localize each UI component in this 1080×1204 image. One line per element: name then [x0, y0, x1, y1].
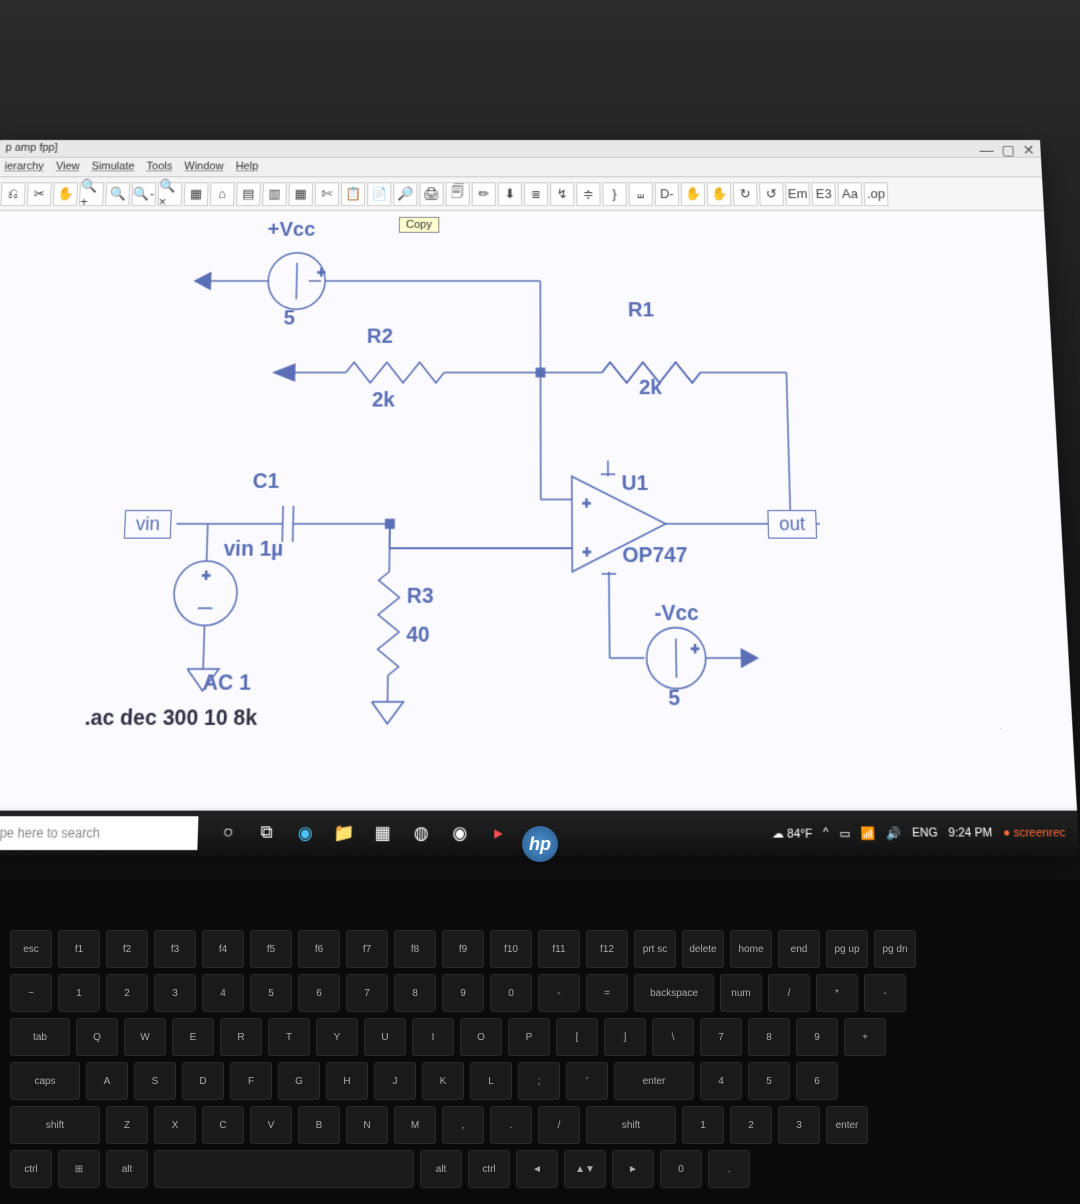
r3-value: 40	[406, 623, 430, 648]
toolbar-btn-28[interactable]: ↻	[733, 182, 758, 206]
vcc-neg-label: -Vcc	[654, 602, 699, 627]
copy-tooltip: Copy	[399, 217, 439, 233]
toolbar-btn-25[interactable]: D-	[655, 182, 680, 206]
tray-chevron-icon[interactable]: ^	[823, 826, 829, 840]
net-vin[interactable]: vin	[124, 510, 172, 539]
toolbar-btn-11[interactable]: ▦	[288, 182, 313, 206]
r2-label: R2	[367, 326, 393, 349]
store-icon[interactable]: ▦	[365, 815, 400, 851]
toolbar-btn-1[interactable]: ✂	[27, 182, 52, 206]
svg-text:+: +	[317, 264, 326, 280]
edge-icon[interactable]: ◉	[288, 815, 323, 851]
r3-label: R3	[407, 585, 434, 610]
toolbar-btn-33[interactable]: .op	[864, 182, 889, 206]
chrome-icon[interactable]: ◉	[443, 815, 478, 851]
vcc-pos-label: +Vcc	[267, 219, 315, 242]
svg-text:+: +	[202, 566, 211, 583]
r1-value: 2k	[639, 377, 662, 401]
vin-name-inline: vin	[223, 538, 254, 561]
menu-simulate[interactable]: Simulate	[91, 161, 134, 174]
toolbar-btn-8[interactable]: ⌂	[210, 182, 235, 206]
ltspice-icon[interactable]: ▸	[481, 815, 515, 851]
spice-directive[interactable]: .ac dec 300 10 8k	[84, 706, 257, 731]
system-tray[interactable]: ☁ 84°F ^ ▭ 📶 🔊 ENG 9:24 PM ● screenrec	[772, 826, 1079, 841]
lang-indicator[interactable]: ENG	[912, 826, 938, 840]
weather-widget[interactable]: ☁ 84°F	[772, 826, 813, 841]
toolbar-btn-31[interactable]: E3	[811, 182, 836, 206]
toolbar-btn-29[interactable]: ↺	[759, 182, 784, 206]
net-out[interactable]: out	[767, 510, 817, 539]
volume-icon[interactable]: 🔊	[886, 826, 901, 841]
vcc-pos-value: 5	[283, 307, 295, 330]
toolbar-btn-0[interactable]: ⎌	[0, 182, 25, 206]
explorer-icon[interactable]: 📁	[326, 815, 361, 851]
toolbar-btn-17[interactable]: 🗐	[445, 182, 469, 206]
vcc-neg-value: 5	[668, 686, 680, 711]
toolbar-btn-6[interactable]: 🔍×	[157, 182, 182, 206]
cortana-icon[interactable]: ○	[210, 815, 245, 851]
menu-help[interactable]: Help	[235, 161, 258, 174]
keyboard: escf1f2f3f4f5f6f7f8f9f10f11f12prt scdele…	[0, 880, 1080, 1204]
c1-value: 1µ	[259, 538, 283, 561]
toolbar-btn-32[interactable]: Aa	[837, 182, 862, 206]
u1-model: OP747	[622, 544, 687, 569]
search-placeholder: Type here to search	[0, 825, 100, 841]
toolbar-btn-12[interactable]: ✄	[315, 182, 340, 206]
window-controls[interactable]: — ▢ ✕	[979, 142, 1035, 159]
toolbar-btn-19[interactable]: ⬇	[498, 182, 522, 206]
window-title: p amp fpp]	[5, 142, 58, 154]
menu-hierarchy[interactable]: ierarchy	[4, 161, 44, 174]
toolbar-btn-22[interactable]: ≑	[576, 182, 600, 206]
taskbar-search[interactable]: ⌕ Type here to search	[0, 816, 198, 850]
u1-label: U1	[621, 472, 648, 496]
toolbar-btn-5[interactable]: 🔍-	[131, 182, 156, 206]
toolbar-btn-15[interactable]: 🔎	[393, 182, 417, 206]
toolbar-btn-30[interactable]: Em	[785, 182, 810, 206]
wifi-icon[interactable]: 📶	[861, 826, 876, 841]
menu-window[interactable]: Window	[184, 161, 224, 174]
title-bar: p amp fpp]	[0, 140, 1041, 158]
toolbar-btn-4[interactable]: 🔍	[105, 182, 130, 206]
r1-label: R1	[628, 299, 654, 322]
maximize-icon[interactable]: ▢	[1001, 142, 1015, 159]
toolbar-btn-14[interactable]: 📄	[367, 182, 391, 206]
svg-text:+: +	[583, 543, 592, 560]
toolbar-btn-16[interactable]: 🖨	[419, 182, 443, 206]
toolbar-btn-3[interactable]: 🔍+	[79, 182, 104, 206]
c1-label: C1	[252, 470, 279, 494]
menu-view[interactable]: View	[55, 161, 79, 174]
toolbar-btn-13[interactable]: 📋	[341, 182, 366, 206]
vin-value: AC 1	[202, 671, 251, 696]
svg-text:+: +	[691, 639, 700, 657]
toolbar-btn-20[interactable]: ⧈	[524, 182, 548, 206]
toolbar-btn-24[interactable]: ⧢	[628, 182, 652, 206]
toolbar-btn-27[interactable]: ✋	[707, 182, 732, 206]
taskview-icon[interactable]: ⧉	[249, 815, 284, 851]
toolbar-btn-26[interactable]: ✋	[681, 182, 706, 206]
toolbar-btn-18[interactable]: ✏	[472, 182, 496, 206]
close-icon[interactable]: ✕	[1022, 142, 1035, 159]
r2-value: 2k	[372, 389, 395, 413]
battery-icon[interactable]: ▭	[839, 826, 851, 841]
toolbar-btn-23[interactable]: }	[602, 182, 626, 206]
svg-text:+: +	[582, 494, 591, 511]
schematic-canvas[interactable]: +	[0, 211, 1077, 807]
clock[interactable]: 9:24 PM	[948, 826, 993, 840]
toolbar-btn-9[interactable]: ▤	[236, 182, 261, 206]
hp-logo: hp	[522, 826, 558, 862]
menu-bar[interactable]: ierarchy View Simulate Tools Window Help	[0, 158, 1042, 178]
toolbar-btn-21[interactable]: ↯	[550, 182, 574, 206]
toolbar-btn-2[interactable]: ✋	[53, 182, 78, 206]
toolbar-btn-10[interactable]: ▥	[262, 182, 287, 206]
toolbar[interactable]: ⎌✂✋🔍+🔍🔍-🔍×▦⌂▤▥▦✄📋📄🔎🖨🗐✏⬇⧈↯≑}⧢D-✋✋↻↺EmE3Aa…	[0, 177, 1044, 211]
menu-tools[interactable]: Tools	[146, 161, 172, 174]
app-icon[interactable]: ◍	[404, 815, 439, 851]
screenrec-indicator[interactable]: ● screenrec	[1003, 826, 1066, 840]
toolbar-btn-7[interactable]: ▦	[184, 182, 209, 206]
minimize-icon[interactable]: —	[979, 142, 994, 159]
